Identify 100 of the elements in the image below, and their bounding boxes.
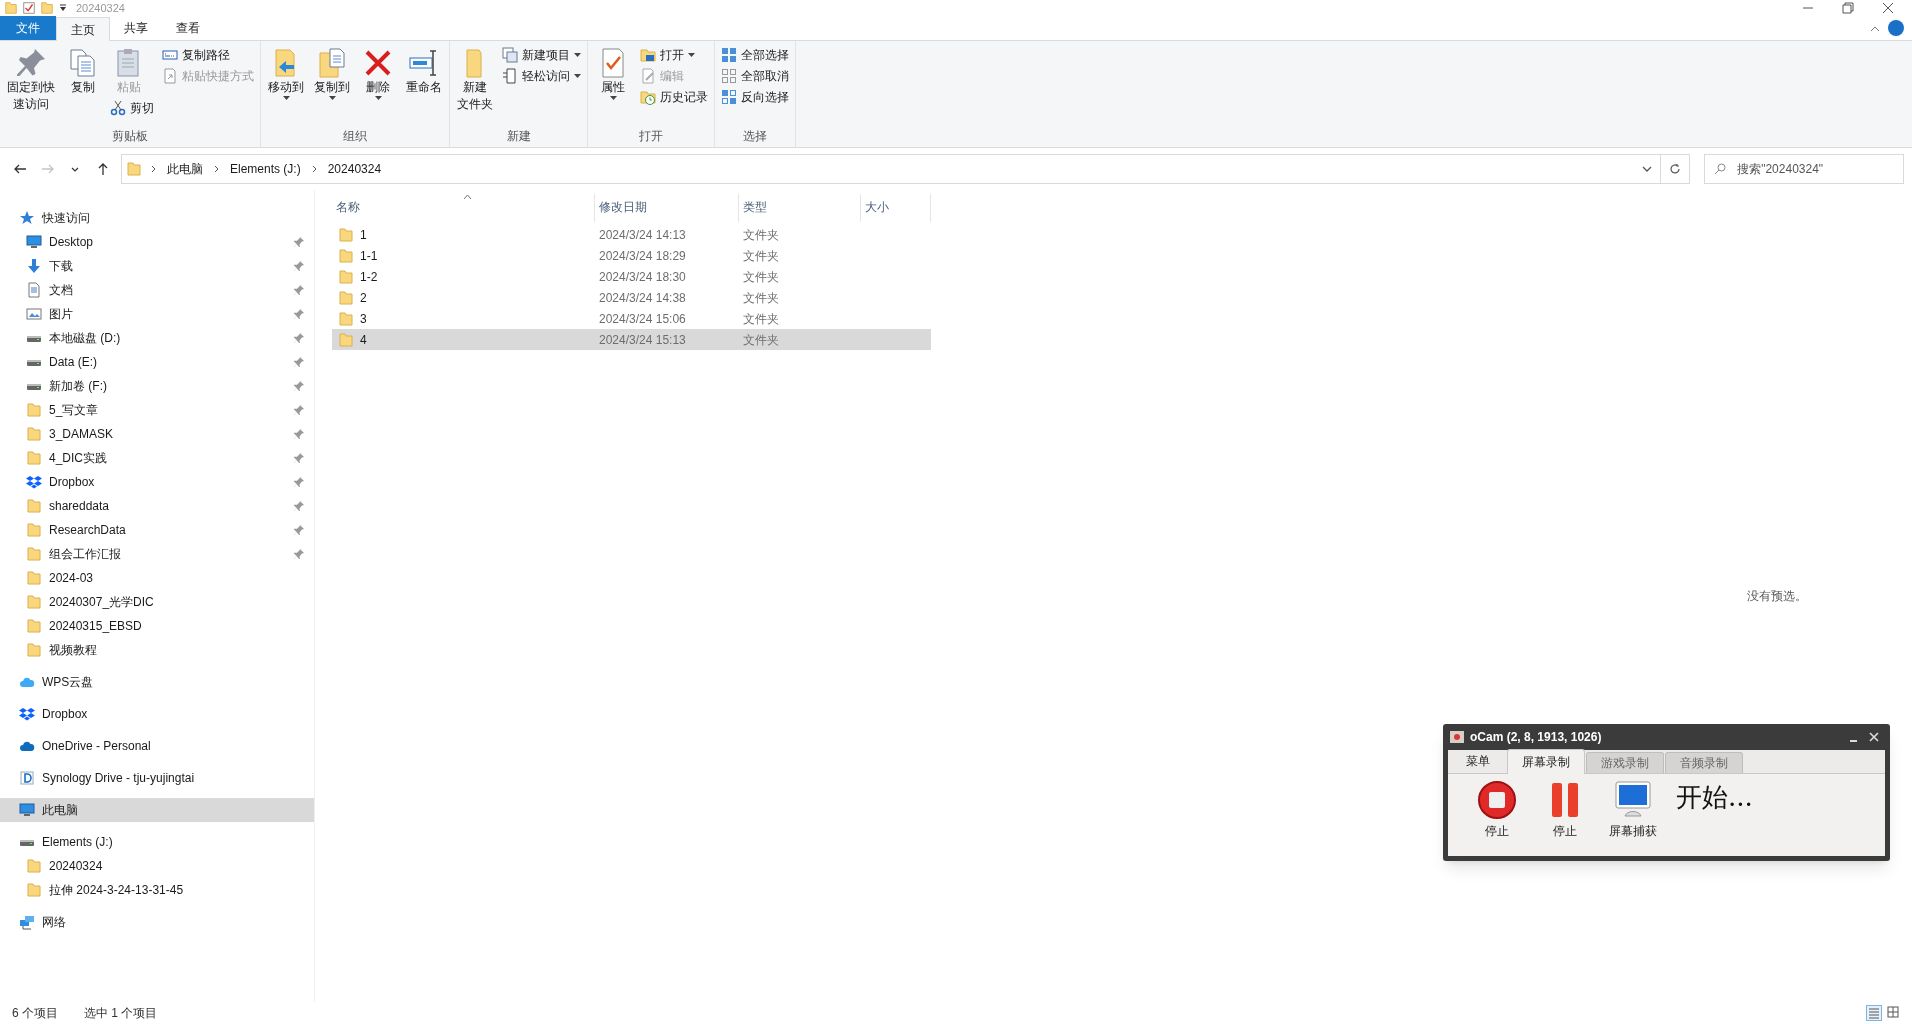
stop-button[interactable]: 停止 [1466, 780, 1528, 840]
nav-item[interactable]: 本地磁盘 (D:) [0, 326, 314, 350]
column-header[interactable]: 类型 [739, 194, 861, 222]
ribbon-button[interactable]: 全部取消 [718, 66, 792, 86]
nav-item[interactable]: 2024-03 [0, 566, 314, 590]
ribbon-button[interactable]: 属性 [591, 45, 635, 101]
nav-item[interactable]: 网络 [0, 910, 314, 934]
folder-icon [338, 226, 354, 243]
folder-icon [26, 546, 42, 562]
nav-item[interactable]: ResearchData [0, 518, 314, 542]
ribbon-button[interactable]: 重命名 [402, 45, 446, 97]
nav-item[interactable]: 20240315_EBSD [0, 614, 314, 638]
column-header[interactable]: 名称 [332, 194, 595, 222]
file-name: 2 [360, 289, 367, 307]
checkmark-icon[interactable] [22, 1, 36, 15]
tab[interactable]: 游戏录制 [1586, 752, 1664, 773]
group-label: 新建 [506, 128, 531, 145]
ribbon-button[interactable]: 轻松访问 [499, 66, 584, 86]
nav-item[interactable]: 快速访问 [0, 206, 314, 230]
ribbon-button[interactable]: 反向选择 [718, 87, 792, 107]
nav-item[interactable]: Dropbox [0, 470, 314, 494]
nav-item[interactable]: Elements (J:) [0, 830, 314, 854]
ribbon-button[interactable]: 打开 [637, 45, 698, 65]
nav-item[interactable]: 20240307_光学DIC [0, 590, 314, 614]
window-title: oCam (2, 8, 1913, 1026) [1470, 729, 1602, 746]
pin-icon [294, 525, 304, 535]
pin-icon [294, 501, 304, 511]
ribbon-tab[interactable]: 主页 [56, 17, 110, 41]
nav-item[interactable]: 视频教程 [0, 638, 314, 662]
nav-item[interactable]: 此电脑 [0, 798, 314, 822]
file-row[interactable]: 3 2024/3/24 15:06 文件夹 [332, 308, 931, 329]
nav-item[interactable]: Synology Drive - tju-yujingtai [0, 766, 314, 790]
breadcrumb[interactable]: Elements (J:) [228, 160, 303, 178]
chevron-right-icon [213, 164, 220, 174]
breadcrumb[interactable]: 此电脑 [165, 160, 205, 178]
ribbon-button[interactable]: 复制路径 [159, 45, 233, 65]
partial-grid-icon [721, 89, 737, 105]
refresh-icon[interactable] [1669, 163, 1682, 175]
folder-icon [26, 402, 42, 418]
nav-item[interactable]: Data (E:) [0, 350, 314, 374]
file-row[interactable]: 1 2024/3/24 14:13 文件夹 [332, 224, 931, 245]
ribbon-button[interactable]: 复制到 [310, 45, 354, 101]
breadcrumb[interactable]: 20240324 [325, 160, 384, 178]
large-icons-view-icon[interactable] [1886, 1005, 1900, 1019]
document-icon [26, 282, 42, 298]
column-header[interactable]: 大小 [861, 194, 931, 222]
screen-button[interactable]: 屏幕捕获 [1602, 780, 1664, 840]
nav-item[interactable]: Dropbox [0, 702, 314, 726]
ribbon-button[interactable]: 新建 文件夹 [453, 45, 497, 114]
address-field[interactable]: 此电脑 Elements (J:) 20240324 [121, 154, 1691, 184]
preview-message: 没有预选。 [1747, 588, 1807, 605]
ribbon-button[interactable]: 固定到快 速访问 [3, 45, 59, 114]
nav-item[interactable]: 4_DIC实践 [0, 446, 314, 470]
details-view-icon[interactable] [1867, 1006, 1881, 1020]
ribbon-button[interactable]: 删除 [356, 45, 400, 101]
nav-item[interactable]: 下载 [0, 254, 314, 278]
nav-item[interactable]: 拉伸 2024-3-24-13-31-45 [0, 878, 314, 902]
file-row[interactable]: 4 2024/3/24 15:13 文件夹 [332, 329, 931, 350]
file-type: 文件夹 [743, 248, 779, 263]
chevron-down-icon[interactable] [1642, 165, 1653, 173]
menu-button[interactable]: 菜单 [1450, 749, 1506, 773]
pin-icon [294, 405, 304, 415]
tab[interactable]: 音频录制 [1665, 752, 1743, 773]
nav-item[interactable]: WPS云盘 [0, 670, 314, 694]
file-row[interactable]: 2 2024/3/24 14:38 文件夹 [332, 287, 931, 308]
ribbon-button[interactable]: 全部选择 [718, 45, 792, 65]
modified-date: 2024/3/24 14:38 [599, 290, 686, 305]
ribbon-button[interactable]: 复制 [61, 45, 105, 97]
nav-item[interactable]: 3_DAMASK [0, 422, 314, 446]
pin-icon [294, 261, 304, 271]
nav-item[interactable]: OneDrive - Personal [0, 734, 314, 758]
grid-icon [721, 47, 737, 63]
nav-item[interactable]: 20240324 [0, 854, 314, 878]
star-icon [19, 210, 35, 226]
nav-item[interactable]: shareddata [0, 494, 314, 518]
pause-button[interactable]: 停止 [1534, 780, 1596, 840]
group-label: 组织 [343, 128, 367, 145]
search-field[interactable]: 搜索"20240324" [1704, 154, 1904, 184]
nav-item[interactable]: 新加卷 (F:) [0, 374, 314, 398]
ribbon-tab[interactable]: 文件 [0, 16, 56, 40]
nav-item[interactable]: 文档 [0, 278, 314, 302]
column-header[interactable]: 修改日期 [595, 194, 739, 222]
close-icon[interactable] [1882, 2, 1894, 14]
group-label: 剪贴板 [112, 128, 148, 145]
empty-grid-icon [721, 68, 737, 84]
file-row[interactable]: 1-2 2024/3/24 18:30 文件夹 [332, 266, 931, 287]
nav-item[interactable]: 组会工作汇报 [0, 542, 314, 566]
ribbon-button[interactable]: 移动到 [264, 45, 308, 101]
tab[interactable]: 屏幕录制 [1507, 749, 1585, 774]
nav-item[interactable]: 5_写文章 [0, 398, 314, 422]
ribbon-button[interactable]: 新建项目 [499, 45, 584, 65]
ribbon-button[interactable]: 历史记录 [637, 87, 711, 107]
nav-item[interactable]: 图片 [0, 302, 314, 326]
file-type: 文件夹 [743, 290, 779, 305]
nav-item[interactable]: Desktop [0, 230, 314, 254]
file-row[interactable]: 1-1 2024/3/24 18:29 文件夹 [332, 245, 931, 266]
ribbon-button[interactable]: 剪切 [107, 98, 157, 118]
restore-icon[interactable] [1842, 2, 1854, 14]
camera-app-icon [1450, 731, 1464, 743]
collapse-caret-icon[interactable] [1870, 24, 1880, 32]
